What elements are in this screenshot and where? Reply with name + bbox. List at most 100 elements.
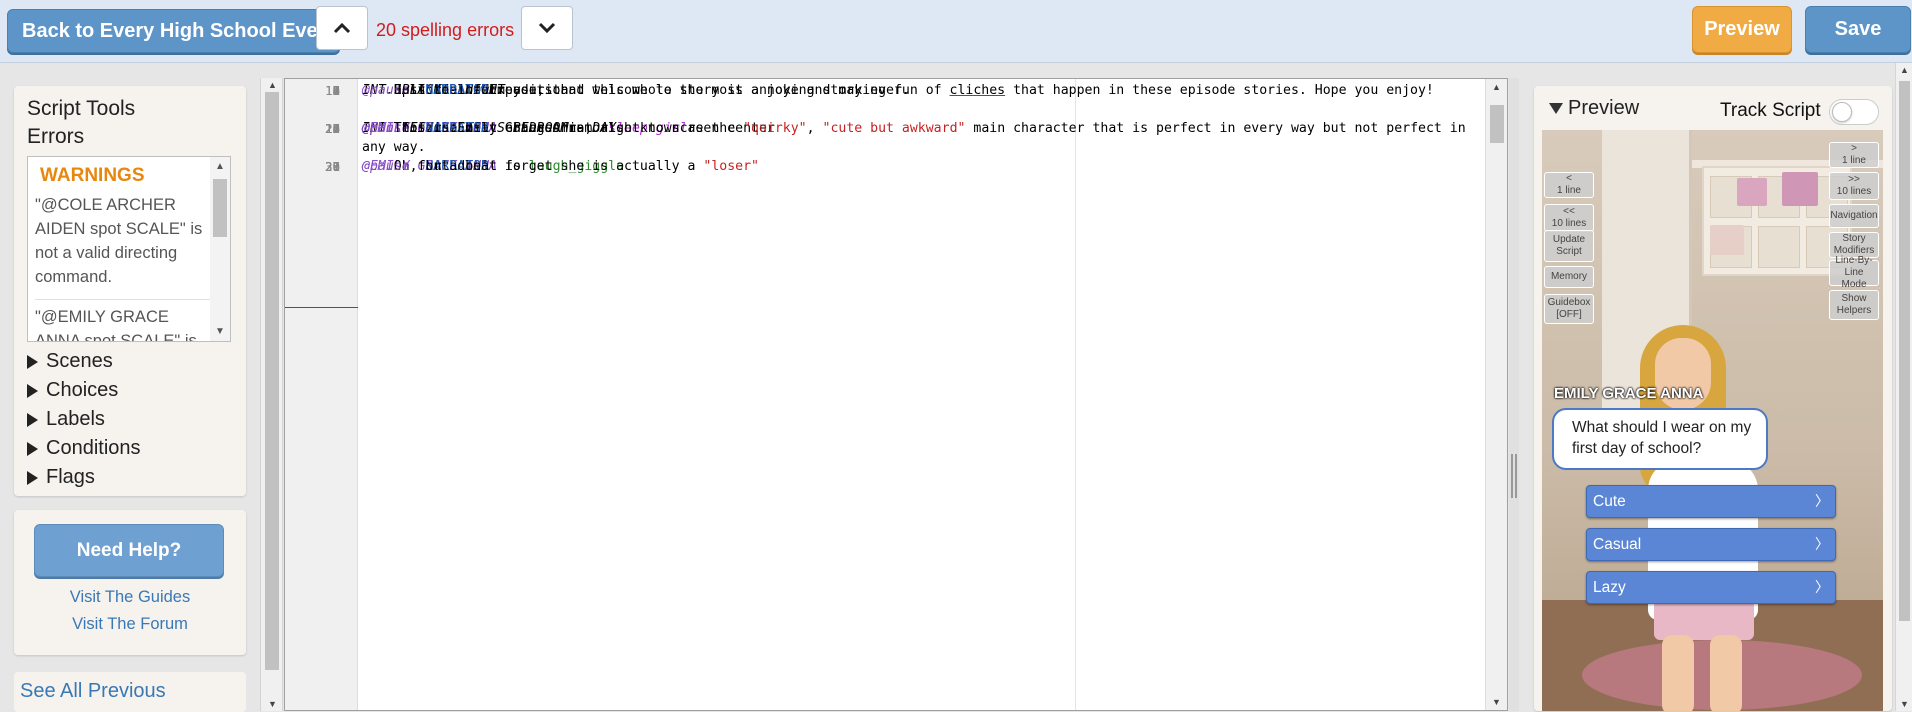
choice-button-cute[interactable]: Cute 〉 bbox=[1586, 485, 1836, 518]
button-label: < bbox=[1566, 173, 1572, 184]
drag-handle-icon[interactable] bbox=[1511, 454, 1517, 498]
dialogue-bubble: What should I wear on my first day of sc… bbox=[1552, 408, 1768, 470]
track-script-toggle[interactable] bbox=[1829, 99, 1879, 125]
page-scrollbar-left[interactable]: ▲ ▼ bbox=[260, 78, 283, 711]
scroll-down-icon[interactable]: ▼ bbox=[215, 326, 225, 337]
chevron-right-icon: 〉 bbox=[1815, 579, 1829, 595]
previous-error-button[interactable] bbox=[316, 6, 368, 50]
memory-button[interactable]: Memory bbox=[1544, 266, 1594, 288]
preview-heading[interactable]: Preview bbox=[1568, 97, 1639, 120]
story-preview-screen[interactable]: EMILY GRACE ANNA What should I wear on m… bbox=[1542, 130, 1883, 711]
save-button[interactable]: Save bbox=[1805, 6, 1911, 53]
track-script-label: Track Script bbox=[1720, 100, 1821, 121]
line-code[interactable]: Just to inform you, that this whole stor… bbox=[362, 81, 1470, 100]
code-token: for a beat bbox=[409, 159, 497, 174]
code-token: that happen in these episode stories. Ho… bbox=[1005, 83, 1434, 98]
script-tools-heading: Script Tools bbox=[27, 97, 136, 120]
navigation-button[interactable]: Navigation bbox=[1829, 204, 1879, 228]
line-code[interactable]: This is Emily Grace Anna, also known as … bbox=[362, 119, 1470, 157]
pink-box bbox=[1782, 172, 1818, 206]
button-label: Navigation bbox=[1830, 210, 1878, 221]
button-label: Story bbox=[1842, 233, 1866, 244]
button-label: 10 lines bbox=[1836, 186, 1872, 197]
script-tools-panel: Script Tools Errors WARNINGS "@COLE ARCH… bbox=[14, 86, 246, 496]
visit-guides-link[interactable]: Visit The Guides bbox=[14, 588, 246, 607]
choice-button-lazy[interactable]: Lazy 〉 bbox=[1586, 571, 1836, 604]
chevron-right-icon: 〉 bbox=[1815, 536, 1829, 552]
choice-label: Cute bbox=[1593, 493, 1626, 510]
panel-splitter[interactable] bbox=[1509, 78, 1519, 711]
spelling-error-count: 20 spelling errors bbox=[376, 20, 515, 40]
speaker-name: EMILY GRACE ANNA bbox=[1554, 385, 1704, 402]
code-token: @pause bbox=[362, 159, 410, 174]
tree-conditions[interactable]: Conditions bbox=[27, 437, 141, 460]
scroll-up-icon[interactable]: ▲ bbox=[268, 80, 277, 90]
character-leg bbox=[1710, 635, 1742, 711]
collapse-triangle-icon[interactable] bbox=[1549, 103, 1563, 114]
preview-button[interactable]: Preview bbox=[1692, 6, 1792, 53]
update-script-button[interactable]: Update Script bbox=[1544, 230, 1594, 262]
scroll-thumb[interactable] bbox=[265, 92, 279, 670]
scroll-up-icon[interactable]: ▲ bbox=[1900, 65, 1909, 75]
code-token: This is Emily Grace Anna, also known as … bbox=[362, 121, 744, 136]
expand-triangle-icon bbox=[27, 441, 38, 456]
error-line-marker bbox=[285, 307, 358, 308]
editor-scrollbar[interactable]: ▲ ▼ bbox=[1485, 79, 1507, 710]
button-label: Guidebox bbox=[1547, 297, 1591, 308]
button-label: >> bbox=[1848, 174, 1860, 185]
guidebox-button[interactable]: Guidebox [OFF] bbox=[1544, 294, 1594, 324]
line-number: 25 bbox=[324, 121, 340, 136]
tree-labels[interactable]: Labels bbox=[27, 408, 105, 431]
button-label: 1 line bbox=[1557, 185, 1581, 196]
code-line[interactable]: 25 This is Emily Grace Anna, also known … bbox=[285, 119, 1485, 157]
tree-scenes[interactable]: Scenes bbox=[27, 350, 113, 373]
scroll-thumb[interactable] bbox=[1899, 81, 1910, 621]
scroll-down-icon[interactable]: ▼ bbox=[1900, 699, 1909, 709]
expand-triangle-icon bbox=[27, 470, 38, 485]
tree-flags[interactable]: Flags bbox=[27, 466, 95, 489]
scroll-down-icon[interactable]: ▼ bbox=[1492, 697, 1501, 707]
scroll-up-icon[interactable]: ▲ bbox=[215, 161, 225, 172]
button-label: << bbox=[1563, 206, 1575, 217]
page-scrollbar-right[interactable]: ▲ ▼ bbox=[1895, 63, 1912, 711]
forward-10-lines-button[interactable]: >> 10 lines bbox=[1829, 172, 1879, 200]
back-to-story-button[interactable]: Back to Every High School Ever bbox=[7, 9, 341, 53]
scroll-up-icon[interactable]: ▲ bbox=[1492, 82, 1501, 92]
preview-panel: Preview Track Script EMILY GRACE ANNA Wh… bbox=[1534, 86, 1892, 711]
divider bbox=[35, 299, 210, 300]
forward-1-line-button[interactable]: >1 line bbox=[1829, 142, 1879, 168]
character-shorts bbox=[1654, 600, 1754, 640]
button-label: Update bbox=[1552, 234, 1586, 245]
tree-label: Flags bbox=[46, 466, 95, 488]
show-helpers-button[interactable]: Show Helpers bbox=[1829, 290, 1879, 320]
line-code[interactable]: @pause for a beat bbox=[362, 157, 497, 176]
code-token: , bbox=[806, 121, 823, 136]
visit-forum-link[interactable]: Visit The Forum bbox=[14, 615, 246, 634]
scroll-thumb[interactable] bbox=[213, 179, 227, 237]
warning-item[interactable]: "@COLE ARCHER AIDEN spot SCALE" is not a… bbox=[35, 193, 207, 289]
errors-list[interactable]: WARNINGS "@COLE ARCHER AIDEN spot SCALE"… bbox=[27, 156, 231, 342]
choice-label: Casual bbox=[1593, 536, 1642, 553]
code-lines[interactable]: 1 INT. BLACK - NIGHT 2 NARRATOR 3 Episode 1… bbox=[285, 81, 1485, 174]
scroll-down-icon[interactable]: ▼ bbox=[268, 699, 277, 709]
top-toolbar: Back to Every High School Ever 20 spelli… bbox=[0, 0, 1912, 63]
button-label: Line-By-Line bbox=[1835, 255, 1873, 278]
line-number: 11 bbox=[324, 83, 340, 98]
back-1-line-button[interactable]: <1 line bbox=[1544, 172, 1594, 198]
errors-scrollbar[interactable]: ▲ ▼ bbox=[210, 157, 230, 341]
button-label: Show bbox=[1841, 293, 1867, 304]
scroll-thumb[interactable] bbox=[1490, 105, 1504, 143]
code-line[interactable]: 11 Just to inform you, that this whole s… bbox=[285, 81, 1485, 119]
script-editor[interactable]: 1 INT. BLACK - NIGHT 2 NARRATOR 3 Episode 1… bbox=[284, 78, 1508, 711]
tree-choices[interactable]: Choices bbox=[27, 379, 118, 402]
choice-button-casual[interactable]: Casual 〉 bbox=[1586, 528, 1836, 561]
warning-item[interactable]: "@EMILY GRACE ANNA spot SCALE" is not a … bbox=[35, 305, 207, 341]
back-10-lines-button[interactable]: << 10 lines bbox=[1544, 204, 1594, 232]
need-help-button[interactable]: Need Help? bbox=[34, 524, 224, 577]
tree-label: Choices bbox=[46, 379, 119, 401]
next-error-button[interactable] bbox=[521, 6, 573, 50]
line-by-line-mode-button[interactable]: Line-By-Line Mode bbox=[1829, 255, 1879, 290]
see-all-previous-link[interactable]: See All Previous bbox=[20, 680, 166, 703]
storage-box bbox=[1710, 225, 1744, 255]
code-token: "cute but awkward" bbox=[822, 121, 966, 136]
